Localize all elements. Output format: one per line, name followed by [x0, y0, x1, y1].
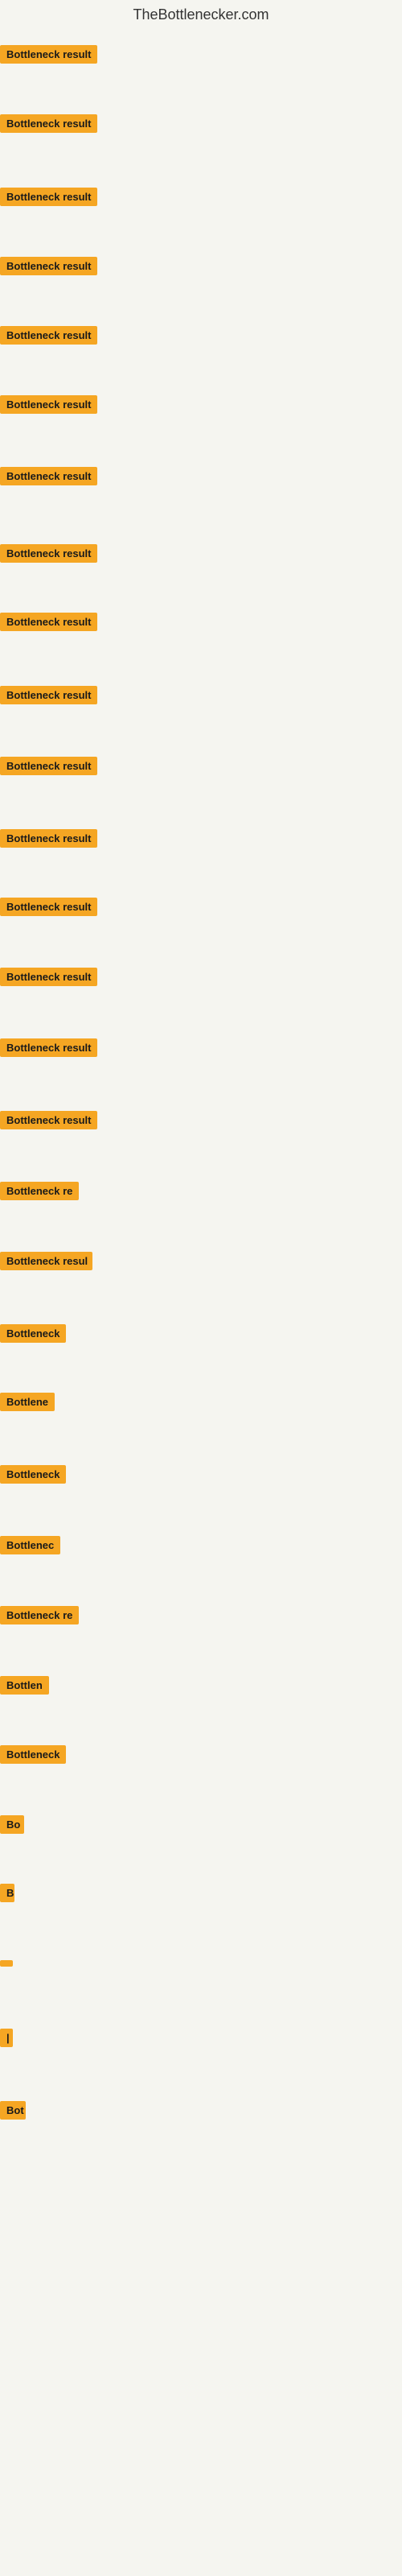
- list-item[interactable]: Bottleneck result: [0, 613, 97, 635]
- bottleneck-result-badge: Bottleneck: [0, 1465, 66, 1484]
- list-item[interactable]: Bo: [0, 1815, 24, 1838]
- list-item[interactable]: Bottleneck result: [0, 257, 97, 279]
- bottleneck-result-badge: Bottleneck result: [0, 257, 97, 275]
- bottleneck-result-badge: Bottleneck result: [0, 326, 97, 345]
- bottleneck-result-badge: Bottlenec: [0, 1536, 60, 1554]
- bottleneck-result-badge: Bottleneck re: [0, 1606, 79, 1624]
- list-item[interactable]: Bottleneck result: [0, 1038, 97, 1061]
- list-item[interactable]: Bottlen: [0, 1676, 49, 1699]
- bottleneck-result-badge: Bottlen: [0, 1676, 49, 1695]
- list-item[interactable]: Bottleneck: [0, 1324, 66, 1347]
- list-item[interactable]: Bottleneck result: [0, 829, 97, 852]
- list-item[interactable]: Bottleneck result: [0, 898, 97, 920]
- list-item[interactable]: Bot: [0, 2101, 26, 2124]
- list-item[interactable]: Bottleneck result: [0, 326, 97, 349]
- bottleneck-result-badge: B: [0, 1884, 14, 1902]
- bottleneck-result-badge: Bottleneck result: [0, 467, 97, 485]
- list-item[interactable]: Bottleneck result: [0, 45, 97, 68]
- list-item[interactable]: Bottleneck: [0, 1745, 66, 1768]
- list-item[interactable]: Bottleneck re: [0, 1182, 79, 1204]
- list-item[interactable]: Bottlene: [0, 1393, 55, 1415]
- list-item[interactable]: Bottleneck result: [0, 968, 97, 990]
- list-item[interactable]: Bottleneck result: [0, 114, 97, 137]
- bottleneck-result-badge: Bottleneck result: [0, 686, 97, 704]
- bottleneck-result-badge: Bottleneck result: [0, 613, 97, 631]
- bottleneck-result-badge: Bottleneck result: [0, 45, 97, 64]
- bottleneck-result-badge: Bottleneck result: [0, 544, 97, 563]
- list-item[interactable]: Bottleneck result: [0, 757, 97, 779]
- bottleneck-result-badge: Bottleneck re: [0, 1182, 79, 1200]
- bottleneck-result-badge: |: [0, 2029, 13, 2047]
- bottleneck-result-badge: Bottleneck: [0, 1324, 66, 1343]
- list-item[interactable]: Bottleneck result: [0, 467, 97, 489]
- bottleneck-result-badge: Bot: [0, 2101, 26, 2120]
- list-item[interactable]: Bottleneck result: [0, 1111, 97, 1133]
- list-item[interactable]: Bottleneck result: [0, 395, 97, 418]
- list-item[interactable]: Bottleneck: [0, 1465, 66, 1488]
- bottleneck-result-badge: Bottleneck result: [0, 114, 97, 133]
- list-item[interactable]: Bottlenec: [0, 1536, 60, 1558]
- site-title: TheBottlenecker.com: [0, 0, 402, 30]
- list-item[interactable]: |: [0, 2029, 13, 2051]
- list-item[interactable]: B: [0, 1884, 14, 1906]
- bottleneck-result-badge: Bottleneck result: [0, 1038, 97, 1057]
- bottleneck-result-badge: Bottleneck result: [0, 968, 97, 986]
- bottleneck-result-badge: [0, 1960, 13, 1967]
- bottleneck-result-badge: Bottleneck result: [0, 829, 97, 848]
- bottleneck-result-badge: Bo: [0, 1815, 24, 1834]
- list-item[interactable]: Bottleneck resul: [0, 1252, 92, 1274]
- bottleneck-result-badge: Bottlene: [0, 1393, 55, 1411]
- bottleneck-result-badge: Bottleneck result: [0, 1111, 97, 1129]
- list-item[interactable]: [0, 1956, 13, 1971]
- bottleneck-result-badge: Bottleneck result: [0, 188, 97, 206]
- bottleneck-result-badge: Bottleneck: [0, 1745, 66, 1764]
- list-item[interactable]: Bottleneck result: [0, 544, 97, 567]
- list-item[interactable]: Bottleneck re: [0, 1606, 79, 1629]
- list-item[interactable]: Bottleneck result: [0, 188, 97, 210]
- bottleneck-result-badge: Bottleneck result: [0, 898, 97, 916]
- bottleneck-result-badge: Bottleneck resul: [0, 1252, 92, 1270]
- bottleneck-result-badge: Bottleneck result: [0, 395, 97, 414]
- list-item[interactable]: Bottleneck result: [0, 686, 97, 708]
- bottleneck-result-badge: Bottleneck result: [0, 757, 97, 775]
